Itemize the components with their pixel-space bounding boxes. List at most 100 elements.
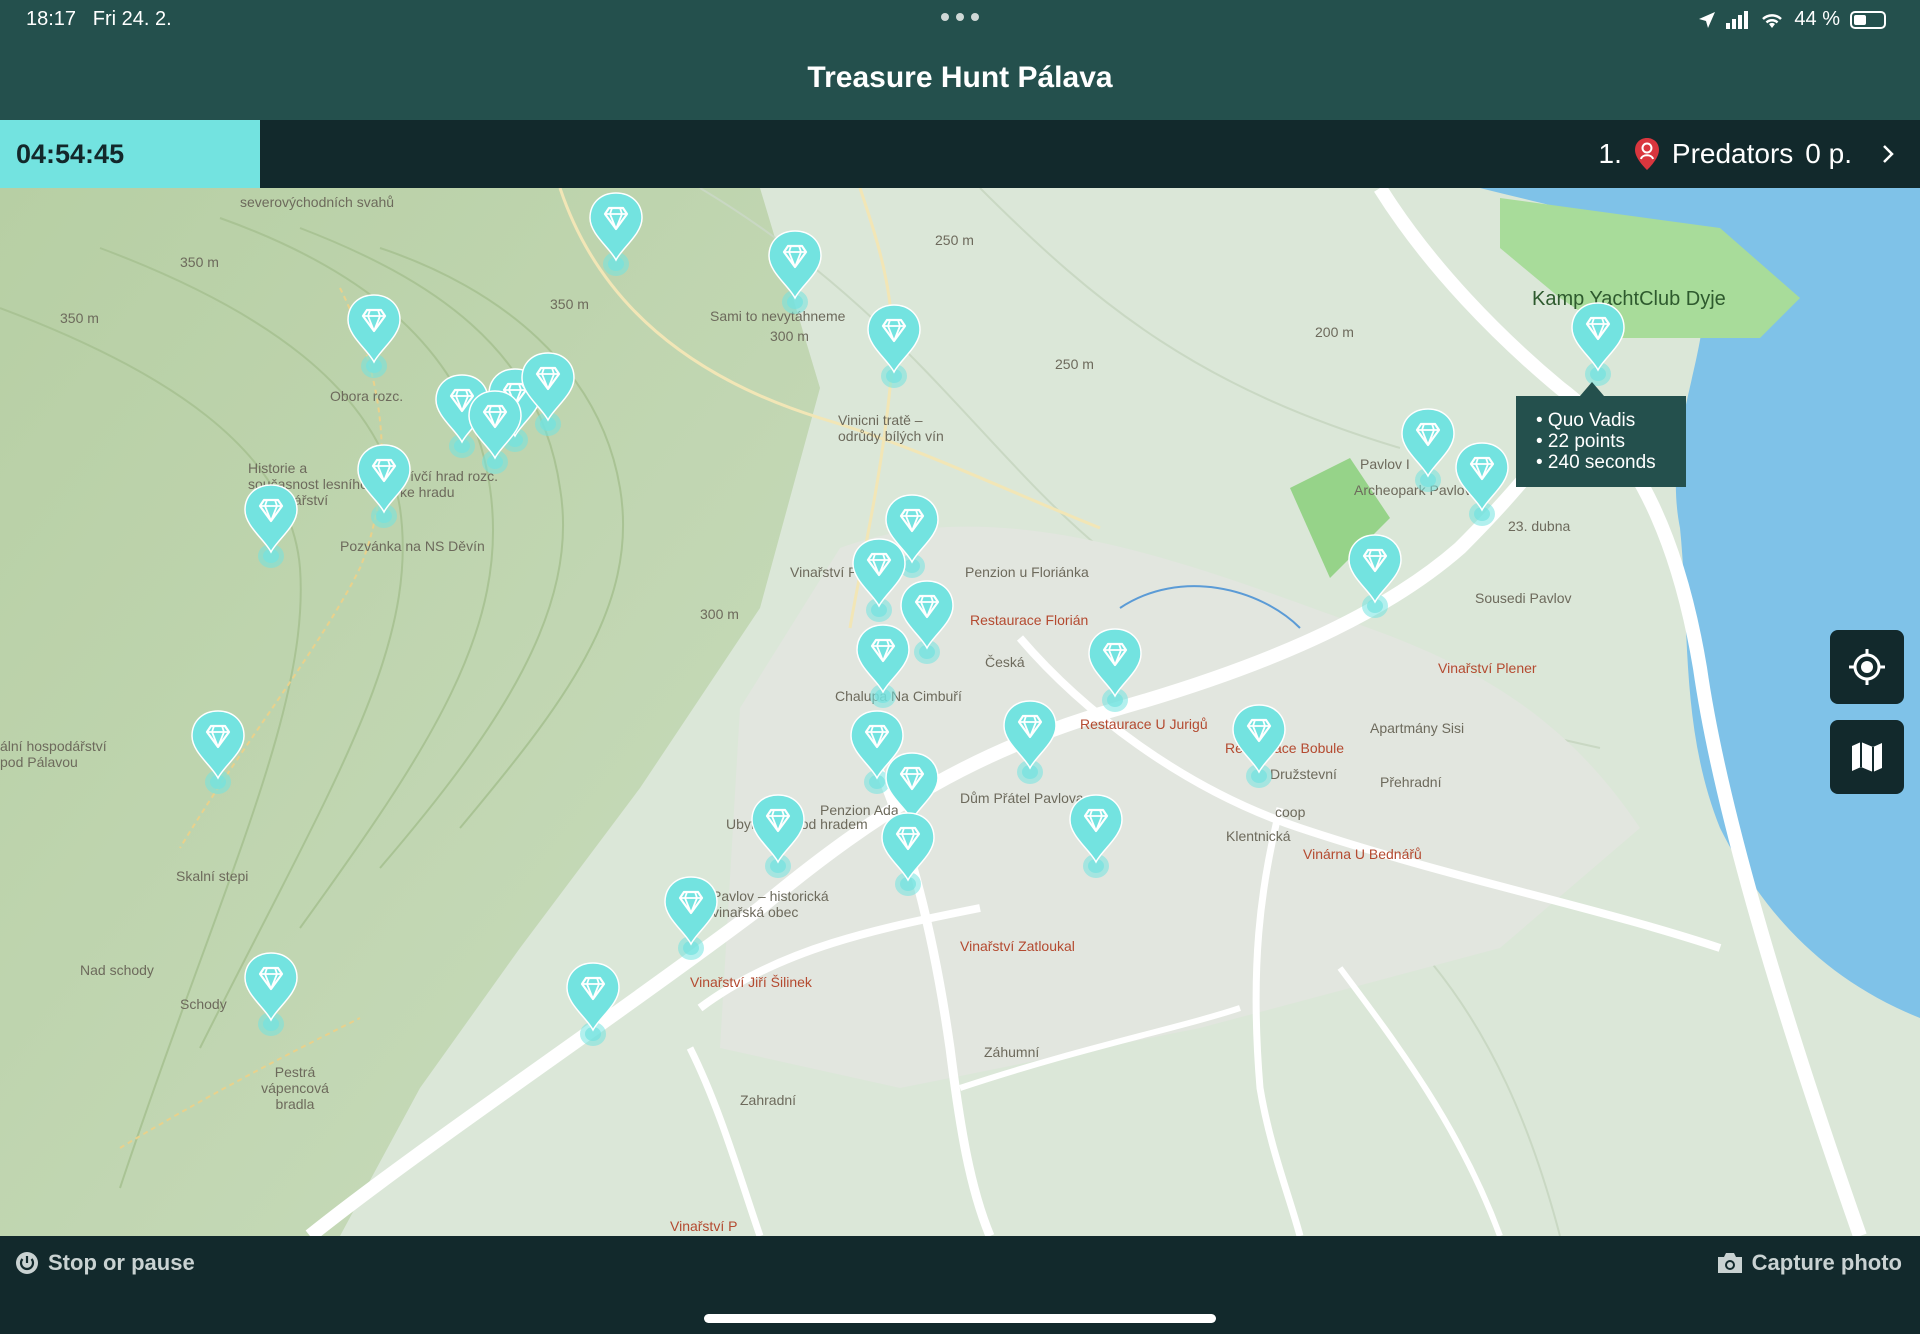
diamond-pin-icon bbox=[521, 352, 575, 436]
map-label: 350 m bbox=[550, 296, 589, 312]
map-layers-button[interactable] bbox=[1830, 720, 1904, 794]
diamond-pin-icon bbox=[856, 624, 910, 708]
map-label: Klentnická bbox=[1226, 828, 1291, 844]
diamond-pin-icon bbox=[468, 390, 522, 474]
treasure-pin[interactable] bbox=[563, 960, 623, 1050]
map-label: Restaurace U Jurigů bbox=[1080, 716, 1208, 732]
treasure-pin[interactable] bbox=[878, 810, 938, 900]
team-marker-icon bbox=[1634, 138, 1659, 170]
countdown-timer: 04:54:45 bbox=[0, 120, 260, 188]
treasure-pin[interactable] bbox=[1398, 406, 1458, 496]
chevron-right-icon bbox=[1883, 145, 1894, 163]
map-label: Penzion u Floriánka bbox=[965, 564, 1089, 580]
stop-or-pause-label: Stop or pause bbox=[48, 1250, 195, 1275]
diamond-pin-icon bbox=[566, 962, 620, 1046]
leaderboard-summary[interactable]: 1. Predators 0 p. bbox=[1599, 120, 1898, 188]
map-label: Kamp YachtClub Dyje bbox=[1532, 288, 1726, 310]
treasure-pin[interactable] bbox=[241, 482, 301, 572]
map-label: Restaurace Florián bbox=[970, 612, 1089, 628]
tooltip-line-time: • 240 seconds bbox=[1536, 452, 1656, 473]
map-label: Česká bbox=[985, 654, 1025, 670]
treasure-pin[interactable] bbox=[465, 388, 525, 478]
capture-photo-label: Capture photo bbox=[1751, 1250, 1902, 1275]
map-icon bbox=[1852, 742, 1882, 772]
map-label: Apartmány Sisi bbox=[1370, 720, 1465, 736]
diamond-pin-icon bbox=[244, 952, 298, 1036]
map-label: 250 m bbox=[935, 232, 974, 248]
map-label: Vinicni tratě – odrůdy bílých vín bbox=[838, 412, 944, 444]
map-label: coop bbox=[1275, 804, 1306, 820]
bottom-bar: Stop or pause Capture photo bbox=[0, 1236, 1920, 1334]
page-title: Treasure Hunt Pálava bbox=[807, 61, 1113, 94]
diamond-pin-icon bbox=[1401, 408, 1455, 492]
diamond-pin-icon bbox=[881, 812, 935, 896]
tooltip-line-name: • Quo Vadis bbox=[1536, 410, 1636, 431]
treasure-pin[interactable] bbox=[188, 708, 248, 798]
map-label: Vinařství P bbox=[670, 1218, 738, 1234]
treasure-pin[interactable] bbox=[1452, 440, 1512, 530]
treasure-pin[interactable] bbox=[661, 874, 721, 964]
treasure-pin[interactable] bbox=[354, 442, 414, 532]
diamond-pin-icon bbox=[347, 294, 401, 378]
battery-percent: 44 % bbox=[1794, 8, 1840, 30]
diamond-pin-icon bbox=[191, 710, 245, 794]
treasure-pin[interactable] bbox=[864, 302, 924, 392]
treasure-pin[interactable] bbox=[1568, 300, 1628, 390]
map-label: Vinařství Plener bbox=[1438, 660, 1537, 676]
map-label: Sousedi Pavlov bbox=[1475, 590, 1572, 606]
treasure-pin[interactable] bbox=[765, 228, 825, 318]
map-view[interactable]: severovýchodních svahů 350 m 350 m 350 m… bbox=[0, 188, 1920, 1236]
multitasking-dots-icon[interactable] bbox=[940, 12, 980, 22]
map-label: 350 m bbox=[60, 310, 99, 326]
map-label: Obora rozc. bbox=[330, 388, 404, 404]
signal-icon bbox=[1726, 10, 1749, 29]
treasure-pin[interactable] bbox=[853, 622, 913, 712]
team-rank: 1. bbox=[1598, 138, 1622, 169]
tooltip-line-points: • 22 points bbox=[1536, 431, 1626, 452]
team-name: Predators bbox=[1671, 138, 1794, 169]
diamond-pin-icon bbox=[244, 484, 298, 568]
treasure-pin[interactable] bbox=[1229, 702, 1289, 792]
power-icon bbox=[16, 1252, 38, 1274]
team-points: 0 p. bbox=[1805, 138, 1852, 169]
diamond-pin-icon bbox=[1088, 628, 1142, 712]
map-label: Vinárna U Bednářů bbox=[1303, 846, 1422, 862]
treasure-pin[interactable] bbox=[1085, 626, 1145, 716]
map-label: 250 m bbox=[1055, 356, 1094, 372]
capture-photo-button[interactable]: Capture photo bbox=[1716, 1250, 1902, 1276]
diamond-pin-icon bbox=[1348, 534, 1402, 618]
location-arrow-icon bbox=[1699, 11, 1716, 28]
locate-me-button[interactable] bbox=[1830, 630, 1904, 704]
diamond-pin-icon bbox=[1455, 442, 1509, 526]
map-label: 350 m bbox=[180, 254, 219, 270]
treasure-pin[interactable] bbox=[344, 292, 404, 382]
map-label: Schody bbox=[180, 996, 227, 1012]
diamond-pin-icon bbox=[867, 304, 921, 388]
treasure-pin[interactable] bbox=[518, 350, 578, 440]
stop-or-pause-button[interactable]: Stop or pause bbox=[14, 1250, 195, 1276]
map-label: 300 m bbox=[700, 606, 739, 622]
map-label: 300 m bbox=[770, 328, 809, 344]
treasure-pin[interactable] bbox=[1000, 698, 1060, 788]
map-label: Nad schody bbox=[80, 962, 154, 978]
map-label: 23. dubna bbox=[1508, 518, 1571, 534]
info-bar: 04:54:45 1. Predators 0 p. bbox=[0, 120, 1920, 188]
map-label: Pestrá vápencová bradla bbox=[261, 1064, 329, 1112]
treasure-pin[interactable] bbox=[748, 792, 808, 882]
diamond-pin-icon bbox=[664, 876, 718, 960]
diamond-pin-icon bbox=[1003, 700, 1057, 784]
treasure-pin[interactable] bbox=[241, 950, 301, 1040]
diamond-pin-icon bbox=[1571, 302, 1625, 386]
treasure-pin[interactable] bbox=[1345, 532, 1405, 622]
map-label: Skalní stepi bbox=[176, 868, 249, 884]
treasure-pin[interactable] bbox=[1066, 792, 1126, 882]
header: Treasure Hunt Pálava bbox=[0, 40, 1920, 120]
treasure-pin[interactable] bbox=[586, 190, 646, 280]
map-label: Pozvánka na NS Děvín bbox=[340, 538, 485, 554]
map-label: Vinařství P bbox=[790, 564, 858, 580]
diamond-pin-icon bbox=[751, 794, 805, 878]
wifi-icon bbox=[1762, 13, 1783, 28]
map-label: Záhumní bbox=[984, 1044, 1040, 1060]
map-label: Přehradní bbox=[1380, 774, 1442, 790]
home-indicator[interactable] bbox=[704, 1314, 1216, 1323]
